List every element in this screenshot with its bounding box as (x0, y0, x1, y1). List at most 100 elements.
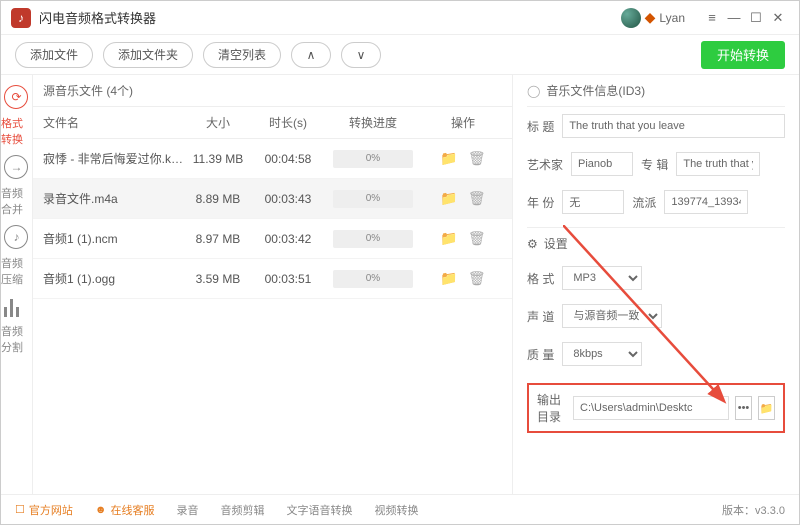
add-file-button[interactable]: 添加文件 (15, 42, 93, 68)
maximize-button[interactable]: ☐ (745, 10, 767, 26)
avatar[interactable] (621, 8, 641, 28)
open-folder-icon[interactable]: 📁 (440, 190, 457, 207)
input-outdir[interactable] (573, 396, 729, 420)
id3-title-row: 标 题 (527, 107, 785, 145)
table-row[interactable]: 录音文件.m4a8.89 MB00:03:430%📁🗑 (33, 179, 512, 219)
clear-list-button[interactable]: 清空列表 (203, 42, 281, 68)
cell-progress: 0% (323, 230, 423, 248)
cell-ops: 📁🗑 (423, 230, 503, 247)
tts-link[interactable]: 文字语音转换 (286, 502, 352, 518)
label-album: 专 辑 (641, 156, 668, 173)
cell-progress: 0% (323, 190, 423, 208)
cell-progress: 0% (323, 150, 423, 168)
input-title[interactable] (562, 114, 785, 138)
cell-filename: 音频1 (1).ogg (33, 270, 183, 287)
right-pane: ◯ 音乐文件信息(ID3) 标 题 艺术家 专 辑 年 份 流派 (513, 75, 799, 494)
browse-button[interactable]: ••• (735, 396, 752, 420)
table-row[interactable]: 寂悸 - 非常后悔爱过你.kg..11.39 MB00:04:580%📁🗑 (33, 139, 512, 179)
input-genre[interactable] (664, 190, 748, 214)
delete-icon[interactable]: 🗑 (468, 270, 486, 287)
col-duration: 时长(s) (253, 114, 323, 131)
input-artist[interactable] (571, 152, 633, 176)
move-up-button[interactable]: ∧ (291, 42, 331, 68)
file-list-title: 源音乐文件 (4个) (43, 82, 133, 99)
audio-clip-link[interactable]: 音频剪辑 (220, 502, 264, 518)
main-area: 源音乐文件 (4个) 文件名 大小 时长(s) 转换进度 操作 寂悸 - 非常后… (33, 75, 799, 494)
id3-header: ◯ 音乐文件信息(ID3) (527, 75, 785, 107)
col-filename: 文件名 (33, 114, 183, 131)
table-row[interactable]: 音频1 (1).ogg3.59 MB00:03:510%📁🗑 (33, 259, 512, 299)
app-window: ♪ 闪电音频格式转换器 ◆ Lyan ≡ — ☐ ✕ 添加文件 添加文件夹 清空… (0, 0, 800, 525)
file-list-header: 源音乐文件 (4个) (33, 75, 512, 107)
headphone-icon: ◯ (527, 84, 540, 98)
sidebar-item-convert[interactable]: ⟳ 格式转换 (1, 81, 32, 151)
sidebar-item-merge[interactable]: → 音频合并 (1, 151, 32, 221)
app-title: 闪电音频格式转换器 (39, 8, 621, 27)
sidebar-item-label: 音频压缩 (1, 255, 32, 287)
open-folder-icon[interactable]: 📁 (440, 150, 457, 167)
title-bar: ♪ 闪电音频格式转换器 ◆ Lyan ≡ — ☐ ✕ (1, 1, 799, 35)
merge-icon: → (4, 155, 28, 179)
cell-progress: 0% (323, 270, 423, 288)
select-quality[interactable]: 8kbps (562, 342, 642, 366)
cell-duration: 00:03:43 (253, 192, 323, 206)
cell-ops: 📁🗑 (423, 270, 503, 287)
file-table-head: 文件名 大小 时长(s) 转换进度 操作 (33, 107, 512, 139)
minimize-button[interactable]: — (723, 10, 745, 25)
input-year[interactable] (562, 190, 624, 214)
label-year: 年 份 (527, 194, 554, 211)
cell-size: 3.59 MB (183, 272, 253, 286)
sidebar-item-compress[interactable]: ♪ 音频压缩 (1, 221, 32, 291)
cell-size: 8.97 MB (183, 232, 253, 246)
main-body: ⟳ 格式转换 → 音频合并 ♪ 音频压缩 音频分割 源音乐文件 (4个) (1, 75, 799, 494)
sidebar-item-split[interactable]: 音频分割 (1, 291, 32, 361)
vip-icon: ◆ (645, 9, 656, 26)
input-album[interactable] (676, 152, 760, 176)
cell-filename: 录音文件.m4a (33, 190, 183, 207)
cell-duration: 00:04:58 (253, 152, 323, 166)
app-logo-icon: ♪ (11, 8, 31, 28)
username[interactable]: Lyan (659, 11, 685, 25)
move-down-button[interactable]: ∨ (341, 42, 381, 68)
col-operation: 操作 (423, 114, 503, 131)
cell-ops: 📁🗑 (423, 190, 503, 207)
label-outdir: 输出目录 (537, 391, 567, 425)
open-folder-icon[interactable]: 📁 (440, 230, 457, 247)
select-channel[interactable]: 与源音频一致 (562, 304, 662, 328)
open-folder-button[interactable]: 📁 (758, 396, 775, 420)
official-site-link[interactable]: ☐ 官方网站 (15, 502, 73, 518)
label-genre: 流派 (632, 194, 656, 211)
select-format[interactable]: MP3 (562, 266, 642, 290)
close-button[interactable]: ✕ (767, 10, 789, 26)
delete-icon[interactable]: 🗑 (468, 230, 486, 247)
output-dir-row: 输出目录 ••• 📁 (527, 383, 785, 433)
label-title: 标 题 (527, 118, 554, 135)
split-icon (4, 297, 28, 317)
delete-icon[interactable]: 🗑 (468, 150, 486, 167)
delete-icon[interactable]: 🗑 (468, 190, 486, 207)
customer-service-link[interactable]: ☻ 在线客服 (95, 502, 155, 518)
open-folder-icon[interactable]: 📁 (440, 270, 457, 287)
format-row: 格 式 MP3 (527, 259, 785, 297)
cell-duration: 00:03:42 (253, 232, 323, 246)
sidebar: ⟳ 格式转换 → 音频合并 ♪ 音频压缩 音频分割 (1, 75, 33, 494)
cell-size: 11.39 MB (183, 152, 253, 166)
video-convert-link[interactable]: 视频转换 (374, 502, 418, 518)
label-channel: 声 道 (527, 308, 554, 325)
file-list-pane: 源音乐文件 (4个) 文件名 大小 时长(s) 转换进度 操作 寂悸 - 非常后… (33, 75, 513, 494)
cell-filename: 音频1 (1).ncm (33, 230, 183, 247)
quality-row: 质 量 8kbps (527, 335, 785, 373)
table-row[interactable]: 音频1 (1).ncm8.97 MB00:03:420%📁🗑 (33, 219, 512, 259)
id3-artist-row: 艺术家 专 辑 (527, 145, 785, 183)
start-convert-button[interactable]: 开始转换 (701, 41, 785, 69)
col-size: 大小 (183, 114, 253, 131)
cell-size: 8.89 MB (183, 192, 253, 206)
record-link[interactable]: 录音 (176, 502, 198, 518)
sidebar-item-label: 格式转换 (1, 115, 32, 147)
add-folder-button[interactable]: 添加文件夹 (103, 42, 193, 68)
cell-ops: 📁🗑 (423, 150, 503, 167)
channel-row: 声 道 与源音频一致 (527, 297, 785, 335)
menu-button[interactable]: ≡ (701, 10, 723, 25)
sidebar-item-label: 音频合并 (1, 185, 32, 217)
id3-year-row: 年 份 流派 (527, 183, 785, 221)
